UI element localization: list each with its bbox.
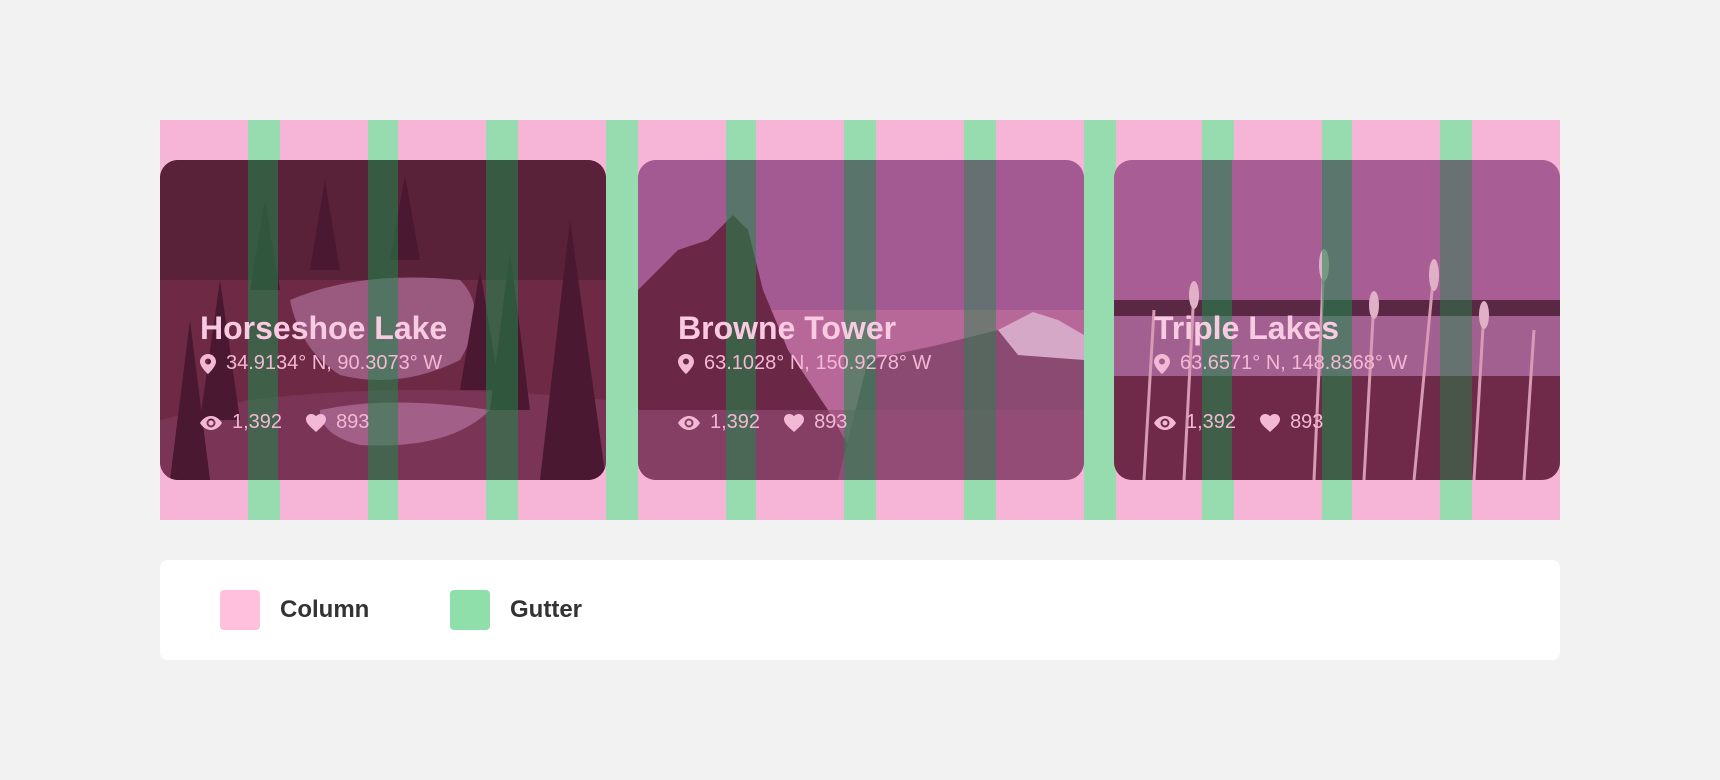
card-content: Triple Lakes 63.6571° N, 148.8368° W 1,3… xyxy=(1154,310,1407,434)
likes-count: 893 xyxy=(814,411,848,433)
column-swatch xyxy=(220,590,260,630)
views-stat: 1,392 xyxy=(200,411,282,434)
coordinates-text: 34.9134° N, 90.3073° W xyxy=(226,352,443,374)
coordinates-row: 63.1028° N, 150.9278° W xyxy=(678,352,931,375)
gutter-stripe xyxy=(606,120,638,520)
legend-item-gutter: Gutter xyxy=(450,590,582,630)
card-content: Horseshoe Lake 34.9134° N, 90.3073° W 1,… xyxy=(200,310,447,434)
legend: Column Gutter xyxy=(160,560,1560,660)
card-content: Browne Tower 63.1028° N, 150.9278° W 1,3… xyxy=(678,310,931,434)
legend-item-column: Column xyxy=(220,590,369,630)
card-title: Browne Tower xyxy=(678,310,897,346)
stats-row: 1,392 893 xyxy=(678,411,931,434)
legend-label-gutter: Gutter xyxy=(510,596,582,623)
map-pin-icon xyxy=(200,353,216,374)
location-card[interactable]: Triple Lakes 63.6571° N, 148.8368° W 1,3… xyxy=(1114,160,1560,480)
heart-icon xyxy=(1260,413,1281,432)
heart-icon xyxy=(306,413,327,432)
grid-overlay: Horseshoe Lake 34.9134° N, 90.3073° W 1,… xyxy=(160,120,1560,520)
legend-label-column: Column xyxy=(280,596,370,623)
likes-stat[interactable]: 893 xyxy=(1260,411,1323,434)
eye-icon xyxy=(678,415,700,430)
coordinates-text: 63.6571° N, 148.8368° W xyxy=(1180,352,1408,374)
likes-count: 893 xyxy=(336,411,370,433)
views-stat: 1,392 xyxy=(1154,411,1236,434)
stats-row: 1,392 893 xyxy=(200,411,447,434)
coordinates-row: 34.9134° N, 90.3073° W xyxy=(200,352,447,375)
eye-icon xyxy=(1154,415,1176,430)
map-pin-icon xyxy=(1154,353,1170,374)
likes-stat[interactable]: 893 xyxy=(784,411,847,434)
gutter-stripe xyxy=(1084,120,1116,520)
location-card[interactable]: Browne Tower 63.1028° N, 150.9278° W 1,3… xyxy=(638,160,1084,480)
card-title: Triple Lakes xyxy=(1154,310,1339,346)
likes-count: 893 xyxy=(1290,411,1324,433)
heart-icon xyxy=(784,413,805,432)
stats-row: 1,392 893 xyxy=(1154,411,1407,434)
gutter-swatch xyxy=(450,590,490,630)
views-stat: 1,392 xyxy=(678,411,760,434)
views-count: 1,392 xyxy=(710,411,761,433)
coordinates-row: 63.6571° N, 148.8368° W xyxy=(1154,352,1407,375)
card-title: Horseshoe Lake xyxy=(200,310,448,346)
likes-stat[interactable]: 893 xyxy=(306,411,369,434)
views-count: 1,392 xyxy=(232,411,283,433)
map-pin-icon xyxy=(678,353,694,374)
coordinates-text: 63.1028° N, 150.9278° W xyxy=(704,352,932,374)
views-count: 1,392 xyxy=(1186,411,1237,433)
eye-icon xyxy=(200,415,222,430)
location-card[interactable]: Horseshoe Lake 34.9134° N, 90.3073° W 1,… xyxy=(160,160,606,480)
